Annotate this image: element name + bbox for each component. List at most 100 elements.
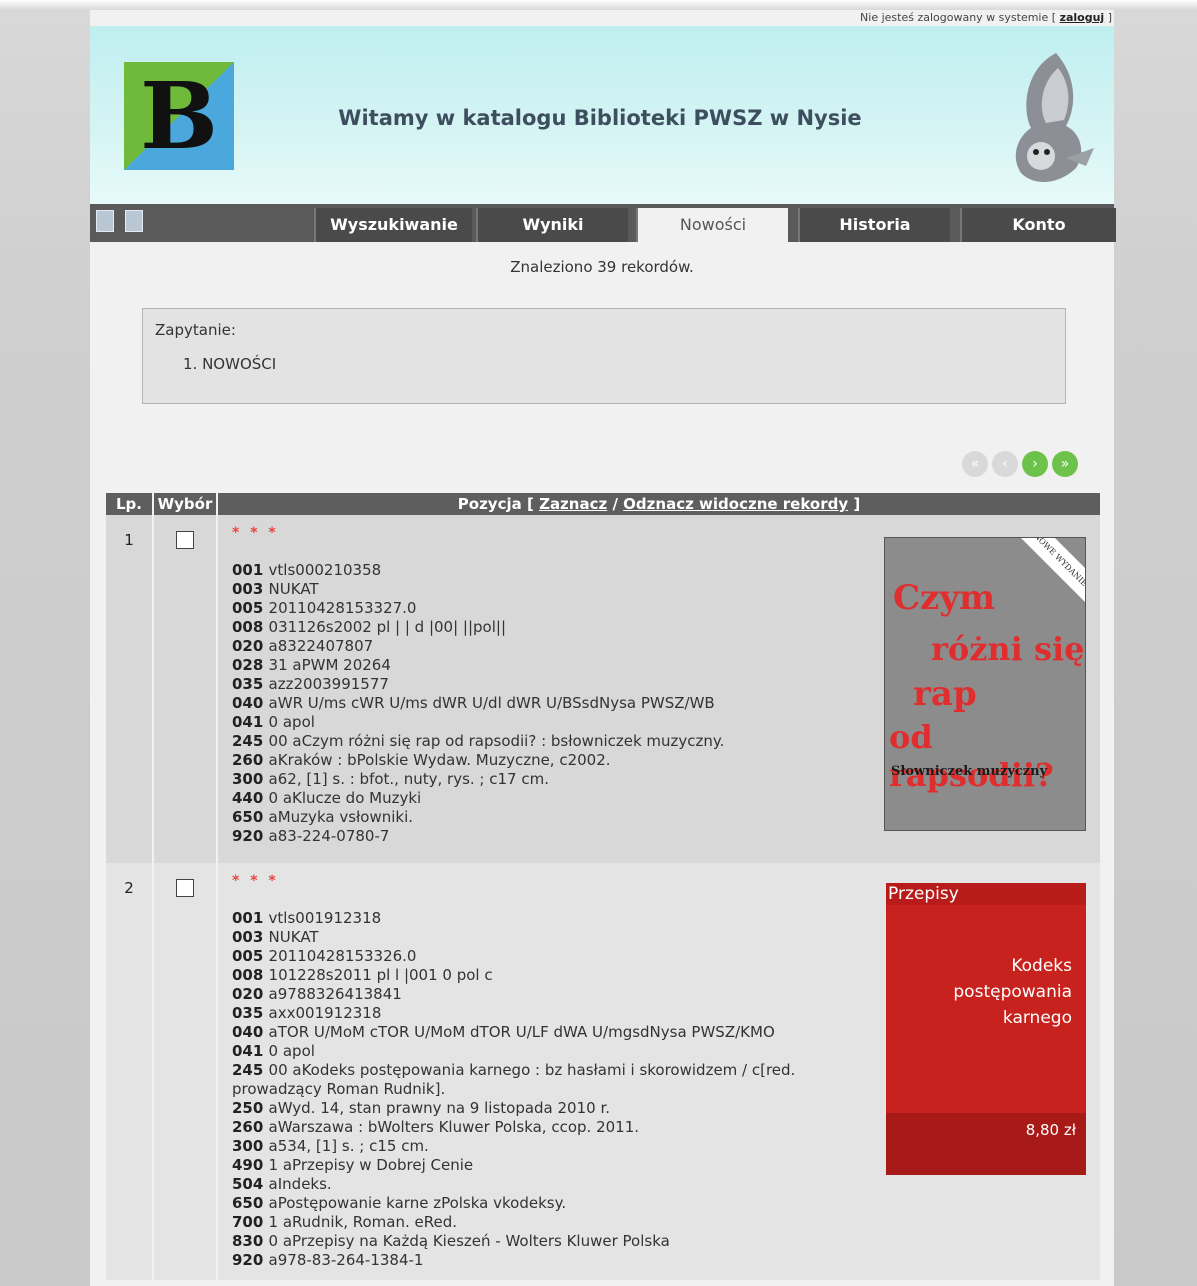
marc-value: aIndeks. bbox=[268, 1175, 332, 1193]
tab-account[interactable]: Konto bbox=[960, 208, 1116, 242]
marc-field: 830 0 aPrzepisy na Każdą Kieszeń - Wolte… bbox=[232, 1232, 872, 1251]
results-summary: Znaleziono 39 rekordów. bbox=[510, 258, 694, 276]
cover-title-line: Kodeks bbox=[1011, 956, 1072, 976]
marc-field: 001 vtls001912318 bbox=[232, 909, 872, 928]
marc-value: 0 apol bbox=[268, 1042, 315, 1060]
marc-value: aPostępowanie karne zPolska vkodeksy. bbox=[268, 1194, 567, 1212]
select-visible-link[interactable]: Zaznacz bbox=[539, 495, 607, 513]
marc-tag: 250 bbox=[232, 1099, 269, 1117]
view-icons bbox=[96, 210, 149, 236]
single-view-icon[interactable] bbox=[96, 210, 114, 232]
record-content: * * * 001 vtls001912318 003 NUKAT 005 2011… bbox=[217, 863, 1102, 1280]
marc-tag: 005 bbox=[232, 599, 269, 617]
marc-tag: 001 bbox=[232, 909, 269, 927]
marc-tag: 260 bbox=[232, 751, 269, 769]
pager: «‹ ›» bbox=[958, 451, 1078, 477]
marc-value: NUKAT bbox=[268, 928, 319, 946]
marc-field: 250 aWyd. 14, stan prawny na 9 listopada… bbox=[232, 1099, 872, 1118]
marc-value: 0 apol bbox=[268, 713, 315, 731]
marc-field: 920 a83-224-0780-7 bbox=[232, 827, 872, 846]
marc-field: 300 a534, [1] s. ; c15 cm. bbox=[232, 1137, 872, 1156]
deselect-visible-link[interactable]: Odznacz widoczne rekordy bbox=[623, 495, 848, 513]
marc-value: vtls001912318 bbox=[268, 909, 382, 927]
owl-icon bbox=[1015, 53, 1094, 183]
cover-title-line: postępowania bbox=[953, 982, 1072, 1002]
marc-tag: 650 bbox=[232, 1194, 269, 1212]
marc-tag: 028 bbox=[232, 656, 269, 674]
marc-field: 005 20110428153326.0 bbox=[232, 947, 872, 966]
marc-tag: 003 bbox=[232, 928, 269, 946]
marc-field: 040 aTOR U/MoM cTOR U/MoM dTOR U/LF dWA … bbox=[232, 1023, 872, 1042]
col-select: Wybór bbox=[153, 493, 218, 515]
marc-field: 028 31 aPWM 20264 bbox=[232, 656, 872, 675]
cover-title-line: różni się bbox=[931, 630, 1085, 668]
marc-value: aWyd. 14, stan prawny na 9 listopada 201… bbox=[268, 1099, 611, 1117]
marc-field: 700 1 aRudnik, Roman. eRed. bbox=[232, 1213, 872, 1232]
query-box: Zapytanie: 1. NOWOŚCI bbox=[142, 308, 1066, 404]
marc-tag: 001 bbox=[232, 561, 269, 579]
marc-value: 0 aPrzepisy na Każdą Kieszeń - Wolters K… bbox=[268, 1232, 670, 1250]
marc-tag: 035 bbox=[232, 1004, 269, 1022]
marc-tag: 300 bbox=[232, 770, 269, 788]
tab-search[interactable]: Wyszukiwanie bbox=[314, 208, 472, 242]
marc-field: 035 azz2003991577 bbox=[232, 675, 872, 694]
marc-value: 00 aCzym różni się rap od rapsodii? : bs… bbox=[268, 732, 725, 750]
prev-page-icon: ‹ bbox=[992, 451, 1018, 477]
marc-value: aKraków : bPolskie Wydaw. Muzyczne, c200… bbox=[268, 751, 611, 769]
record-select bbox=[153, 515, 218, 863]
marc-field: 020 a8322407807 bbox=[232, 637, 872, 656]
marc-value: axx001912318 bbox=[268, 1004, 382, 1022]
tab-results[interactable]: Wyniki bbox=[476, 208, 628, 242]
record-checkbox[interactable] bbox=[176, 879, 194, 897]
library-logo[interactable]: B bbox=[124, 62, 240, 176]
multi-view-icon[interactable] bbox=[125, 210, 144, 232]
marc-value: a9788326413841 bbox=[268, 985, 402, 1003]
record-select bbox=[153, 863, 218, 1280]
cover-title-line: Czym bbox=[893, 578, 996, 618]
cover-title: Kodeks postępowania karnego bbox=[953, 953, 1072, 1031]
cover-price: 8,80 zł bbox=[1025, 1121, 1076, 1139]
col-lp: Lp. bbox=[106, 493, 154, 515]
marc-field: 008 101228s2011 pl l |001 0 pol c bbox=[232, 966, 872, 985]
marc-tag: 008 bbox=[232, 618, 269, 636]
marc-field: 650 aPostępowanie karne zPolska vkodeksy… bbox=[232, 1194, 872, 1213]
marc-tag: 300 bbox=[232, 1137, 269, 1155]
marc-field: 005 20110428153327.0 bbox=[232, 599, 872, 618]
marc-value: a83-224-0780-7 bbox=[268, 827, 390, 845]
login-bar: Nie jesteś zalogowany w systemie [ zalog… bbox=[860, 10, 1112, 26]
record-checkbox[interactable] bbox=[176, 531, 194, 549]
cover-title-line: rap bbox=[913, 674, 977, 714]
query-label: Zapytanie: bbox=[155, 321, 236, 339]
marc-field: 040 aWR U/ms cWR U/ms dWR U/dl dWR U/BSs… bbox=[232, 694, 872, 713]
marc-tag: 245 bbox=[232, 1061, 269, 1079]
marc-tag: 040 bbox=[232, 694, 269, 712]
record-number: 1 bbox=[106, 515, 154, 863]
marc-value: aWR U/ms cWR U/ms dWR U/dl dWR U/BSsdNys… bbox=[268, 694, 715, 712]
marc-tag: 020 bbox=[232, 637, 269, 655]
slash: / bbox=[612, 495, 618, 513]
marc-value: 20110428153326.0 bbox=[268, 947, 417, 965]
marc-tag: 920 bbox=[232, 827, 269, 845]
marc-tag: 260 bbox=[232, 1118, 269, 1136]
marc-value: a8322407807 bbox=[268, 637, 374, 655]
book-cover[interactable]: NOWE WYDANIE Czym różni się rap od rapso… bbox=[884, 537, 1086, 831]
next-page-icon[interactable]: › bbox=[1022, 451, 1048, 477]
marc-tag: 005 bbox=[232, 947, 269, 965]
book-cover[interactable]: Przepisy Kodeks postępowania karnego 8,8… bbox=[886, 883, 1086, 1175]
query-item: 1. NOWOŚCI bbox=[183, 355, 277, 373]
tab-history[interactable]: Historia bbox=[798, 208, 950, 242]
col-position-label: Pozycja bbox=[457, 495, 522, 513]
login-link[interactable]: zaloguj bbox=[1060, 11, 1105, 24]
tab-new-items[interactable]: Nowości bbox=[636, 208, 788, 242]
bracket: [ bbox=[1051, 11, 1057, 24]
marc-record: 001 vtls000210358 003 NUKAT 005 2011042815… bbox=[232, 561, 872, 846]
marc-tag: 008 bbox=[232, 966, 269, 984]
cover-title-line: karnego bbox=[1002, 1008, 1072, 1028]
page-title: Witamy w katalogu Biblioteki PWSZ w Nysi… bbox=[338, 106, 862, 130]
record-content: * * * 001 vtls000210358 003 NUKAT 005 2011… bbox=[217, 515, 1102, 863]
marc-field: 035 axx001912318 bbox=[232, 1004, 872, 1023]
marc-tag: 650 bbox=[232, 808, 269, 826]
marc-tag: 003 bbox=[232, 580, 269, 598]
marc-tag: 700 bbox=[232, 1213, 269, 1231]
last-page-icon[interactable]: » bbox=[1052, 451, 1078, 477]
